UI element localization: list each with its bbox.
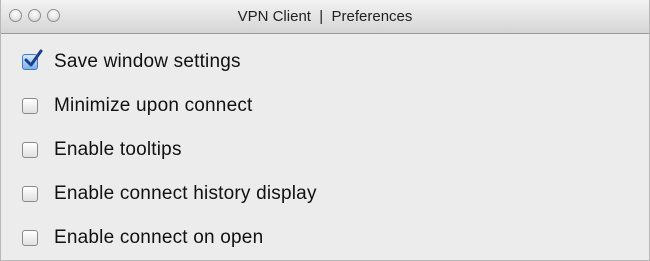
checkmark-icon: [24, 49, 43, 67]
enable-connect-history-display-checkbox[interactable]: [22, 186, 38, 202]
option-enable-connect-on-open[interactable]: Enable connect on open: [1, 216, 649, 260]
option-minimize-upon-connect[interactable]: Minimize upon connect: [1, 84, 649, 128]
option-label: Minimize upon connect: [54, 95, 253, 116]
window-title: VPN Client | Preferences: [237, 8, 413, 25]
option-label: Enable connect on open: [54, 227, 264, 248]
save-window-settings-checkbox[interactable]: [22, 49, 43, 70]
title-bar[interactable]: VPN Client | Preferences: [1, 0, 649, 34]
option-enable-connect-history-display[interactable]: Enable connect history display: [1, 172, 649, 216]
preferences-list: Save window settings Minimize upon conne…: [1, 40, 649, 260]
option-label: Enable connect history display: [54, 183, 317, 204]
option-label: Save window settings: [54, 51, 241, 72]
enable-connect-on-open-checkbox[interactable]: [22, 230, 38, 246]
enable-tooltips-checkbox[interactable]: [22, 142, 38, 158]
option-save-window-settings[interactable]: Save window settings: [1, 40, 649, 84]
preferences-window: VPN Client | Preferences Save window set…: [0, 0, 650, 261]
minimize-upon-connect-checkbox[interactable]: [22, 98, 38, 114]
option-enable-tooltips[interactable]: Enable tooltips: [1, 128, 649, 172]
option-label: Enable tooltips: [54, 139, 182, 160]
